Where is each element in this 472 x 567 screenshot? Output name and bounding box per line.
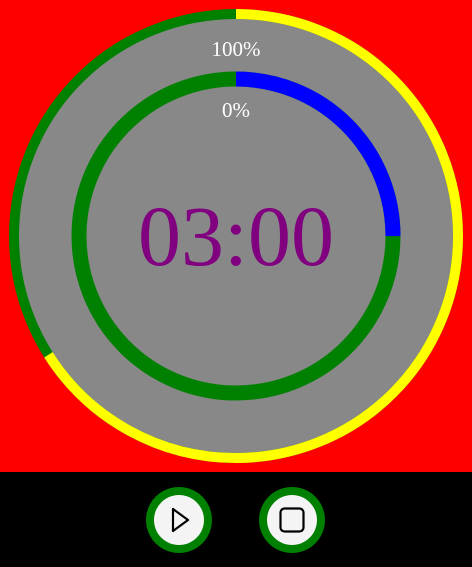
timer-area: 100% 0% 03:00 [0, 0, 472, 472]
stop-button-face [267, 495, 317, 545]
play-button[interactable] [146, 487, 212, 553]
timer-app: 100% 0% 03:00 [0, 0, 472, 567]
play-icon [171, 507, 190, 533]
inner-percent-label: 0% [222, 98, 250, 122]
stop-icon [279, 507, 305, 533]
stop-button[interactable] [259, 487, 325, 553]
time-display: 03:00 [138, 188, 334, 284]
controls-bar [0, 472, 472, 567]
play-button-face [154, 495, 204, 545]
outer-percent-label: 100% [211, 37, 261, 61]
